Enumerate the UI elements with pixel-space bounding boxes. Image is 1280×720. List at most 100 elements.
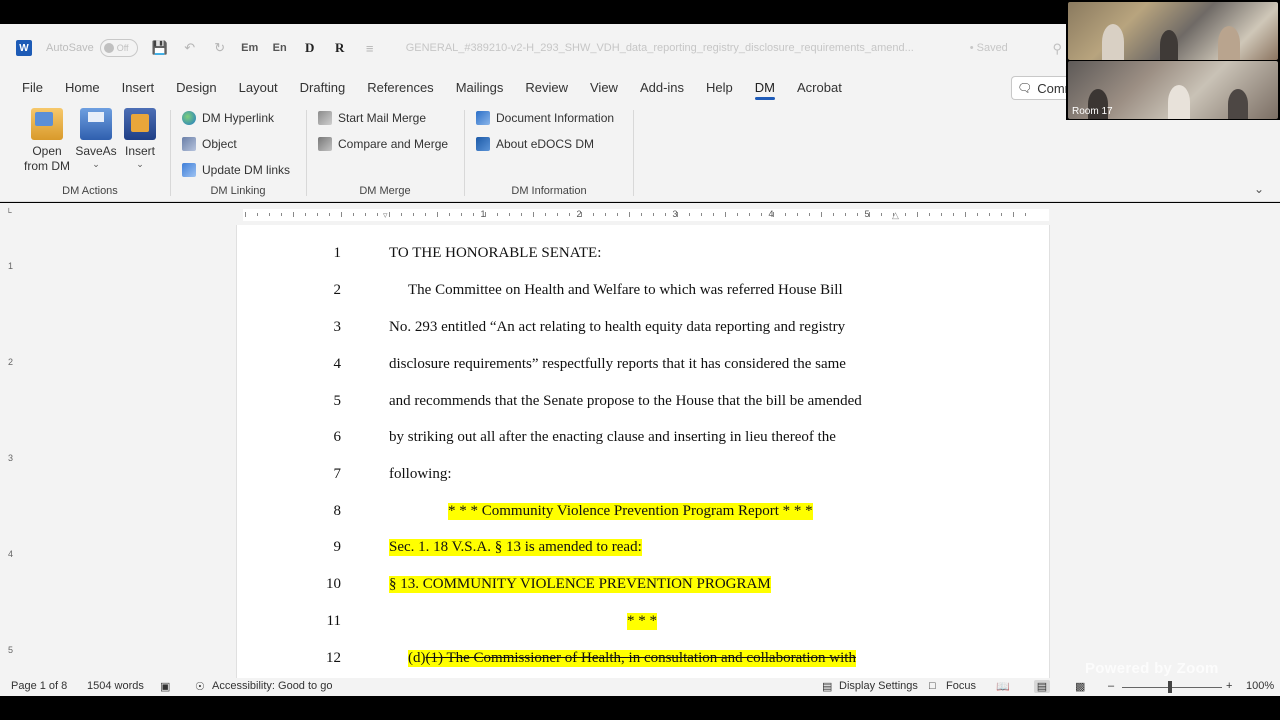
ruler-tick xyxy=(593,213,594,216)
horizontal-ruler[interactable]: 1 2 3 4 5 ▿ △ xyxy=(0,203,1280,225)
collapse-ribbon-icon[interactable]: ⌄ xyxy=(1254,182,1264,196)
doc-line[interactable]: 11 * * * xyxy=(237,613,1051,637)
page-count[interactable]: Page 1 of 8 xyxy=(11,680,67,692)
tab-selector-icon[interactable]: └ xyxy=(6,208,12,217)
doc-line[interactable]: 2 The Committee on Health and Welfare to… xyxy=(237,282,1051,306)
save-icon[interactable]: 💾 xyxy=(152,40,168,56)
doc-line[interactable]: 5 and recommends that the Senate propose… xyxy=(237,393,1051,417)
comments-button[interactable]: 🗨 Comm xyxy=(1011,76,1076,100)
display-settings-icon[interactable]: ▤ xyxy=(822,680,832,693)
web-layout-icon[interactable]: ▩ xyxy=(1075,680,1085,693)
read-mode-icon[interactable]: 📖 xyxy=(996,680,1010,693)
tab-review[interactable]: Review xyxy=(525,72,568,104)
update-dm-links-button[interactable]: Update DM links xyxy=(182,163,290,177)
tab-file[interactable]: File xyxy=(22,72,43,104)
print-layout-icon[interactable]: ▤ xyxy=(1034,680,1050,693)
zoom-level[interactable]: 100% xyxy=(1246,680,1274,692)
accessibility-icon[interactable]: ☉ xyxy=(195,680,205,693)
vertical-ruler[interactable]: 1 2 3 4 5 xyxy=(0,225,22,678)
left-indent-marker[interactable]: ▿ xyxy=(383,210,388,221)
saveas-button[interactable]: SaveAs ⌄ xyxy=(74,108,118,169)
compare-merge-button[interactable]: Compare and Merge xyxy=(318,137,448,151)
ruler-tick xyxy=(701,213,702,216)
document-page[interactable]: 1 TO THE HONORABLE SENATE: 2 The Committ… xyxy=(236,225,1050,678)
document-area[interactable]: 1 TO THE HONORABLE SENATE: 2 The Committ… xyxy=(22,225,1280,678)
link-icon xyxy=(182,163,196,177)
tab-insert[interactable]: Insert xyxy=(122,72,155,104)
redo-icon[interactable]: ↻ xyxy=(212,40,228,56)
display-settings-button[interactable]: Display Settings xyxy=(839,680,918,692)
tab-dm[interactable]: DM xyxy=(754,72,776,104)
em-dash-button[interactable]: Em xyxy=(241,40,258,56)
customize-icon[interactable]: ≡ xyxy=(362,40,378,56)
doc-line[interactable]: 9 Sec. 1. 18 V.S.A. § 13 is amended to r… xyxy=(237,539,1051,563)
ruler-tick xyxy=(665,213,666,216)
doc-line[interactable]: 12 (d)(1) The Commissioner of Health, in… xyxy=(237,650,1051,674)
ruler-tick xyxy=(725,212,726,217)
tab-help[interactable]: Help xyxy=(706,72,733,104)
autosave-toggle[interactable]: Off xyxy=(99,39,138,57)
ruler-tick xyxy=(881,213,882,216)
video-tile[interactable]: Room 17 xyxy=(1068,61,1278,119)
focus-icon[interactable]: □ xyxy=(929,680,936,692)
doc-line[interactable]: 6 by striking out all after the enacting… xyxy=(237,429,1051,453)
tab-layout[interactable]: Layout xyxy=(239,72,278,104)
tab-references[interactable]: References xyxy=(367,72,433,104)
group-label-dm-merge: DM Merge xyxy=(359,185,411,197)
search-icon[interactable]: ⚲ xyxy=(1052,41,1062,57)
ruler-tick xyxy=(245,212,246,217)
zoom-slider[interactable] xyxy=(1122,687,1222,688)
document-information-button[interactable]: Document Information xyxy=(476,111,614,125)
d-button[interactable]: D xyxy=(302,40,318,56)
dm-hyperlink-button[interactable]: DM Hyperlink xyxy=(182,111,274,125)
tab-mailings[interactable]: Mailings xyxy=(456,72,504,104)
document-title[interactable]: GENERAL_#389210-v2-H_293_SHW_VDH_data_re… xyxy=(406,42,966,54)
tab-add-ins[interactable]: Add-ins xyxy=(640,72,684,104)
tab-home[interactable]: Home xyxy=(65,72,100,104)
ruler-tick xyxy=(977,213,978,216)
zoom-out-icon[interactable]: – xyxy=(1108,680,1114,692)
ruler-tick xyxy=(629,212,630,217)
doc-line[interactable]: 10 § 13. COMMUNITY VIOLENCE PREVENTION P… xyxy=(237,576,1051,600)
ruler-tick xyxy=(473,213,474,216)
en-dash-button[interactable]: En xyxy=(272,40,288,56)
participant xyxy=(1228,89,1248,119)
ruler-tick xyxy=(437,212,438,217)
tab-view[interactable]: View xyxy=(590,72,618,104)
word-count[interactable]: 1504 words xyxy=(87,680,144,692)
ruler-tick xyxy=(965,212,966,217)
focus-button[interactable]: Focus xyxy=(946,680,976,692)
doc-line[interactable]: 7 following: xyxy=(237,466,1051,490)
doc-line[interactable]: 3 No. 293 entitled “An act relating to h… xyxy=(237,319,1051,343)
zoom-in-icon[interactable]: + xyxy=(1226,680,1232,692)
highlighted-heading: * * * Community Violence Prevention Prog… xyxy=(448,503,813,520)
insert-button[interactable]: Insert ⌄ xyxy=(120,108,160,169)
doc-line[interactable]: 4 disclosure requirements” respectfully … xyxy=(237,356,1051,380)
tab-drafting[interactable]: Drafting xyxy=(300,72,346,104)
r-button[interactable]: R xyxy=(332,40,348,56)
proofing-icon[interactable]: ▣ xyxy=(160,680,170,693)
ruler-tick xyxy=(581,212,582,217)
saveas-icon xyxy=(80,108,112,140)
undo-icon[interactable]: ↶ xyxy=(182,40,198,56)
zoom-slider-thumb[interactable] xyxy=(1168,681,1172,693)
insert-icon xyxy=(124,108,156,140)
line-number: 7 xyxy=(333,466,342,482)
tab-design[interactable]: Design xyxy=(176,72,216,104)
open-from-dm-button[interactable]: Open from DM xyxy=(16,108,78,174)
ruler-tick xyxy=(281,213,282,216)
object-button[interactable]: Object xyxy=(182,137,237,151)
about-edocs-button[interactable]: About eDOCS DM xyxy=(476,137,594,151)
ruler-tick xyxy=(617,213,618,216)
tab-acrobat[interactable]: Acrobat xyxy=(797,72,842,104)
doc-line[interactable]: 1 TO THE HONORABLE SENATE: xyxy=(237,245,1051,269)
ruler-tick xyxy=(605,213,606,216)
accessibility-status[interactable]: Accessibility: Good to go xyxy=(212,680,332,692)
about-edocs-label: About eDOCS DM xyxy=(496,137,595,151)
mail-merge-icon xyxy=(318,111,332,125)
ruler-tick xyxy=(905,213,906,216)
line-text: The Committee on Health and Welfare to w… xyxy=(408,282,843,298)
start-mail-merge-button[interactable]: Start Mail Merge xyxy=(318,111,426,125)
doc-line[interactable]: 8 * * * Community Violence Prevention Pr… xyxy=(237,503,1051,527)
video-tile[interactable] xyxy=(1068,2,1278,60)
